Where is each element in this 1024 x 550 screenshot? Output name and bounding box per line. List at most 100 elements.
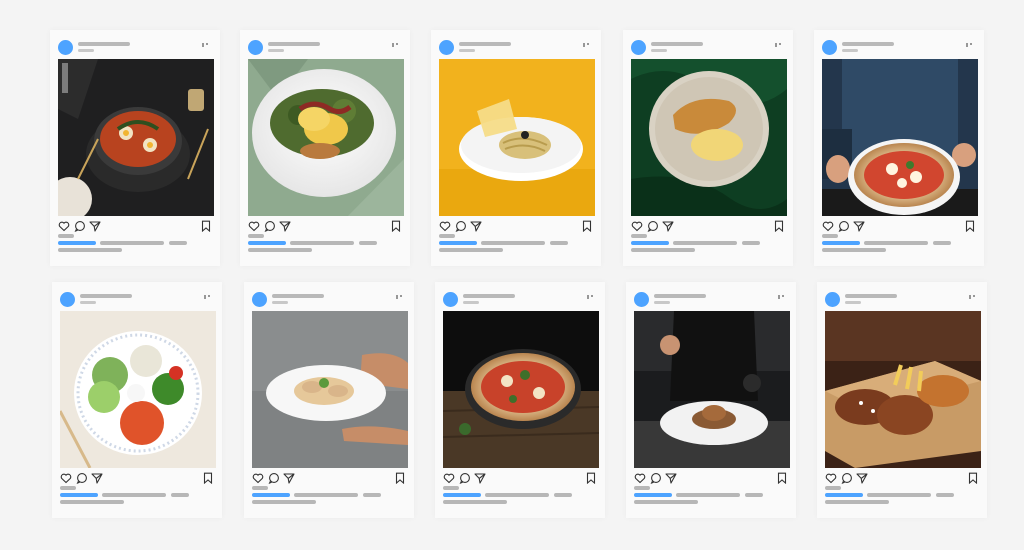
bookmark-button[interactable] bbox=[394, 472, 406, 484]
comment-button[interactable] bbox=[74, 220, 86, 232]
post-card[interactable] bbox=[50, 30, 220, 266]
post-card[interactable] bbox=[52, 282, 222, 518]
caption-username-placeholder[interactable] bbox=[443, 493, 481, 497]
post-card[interactable] bbox=[240, 30, 410, 266]
username-placeholder[interactable] bbox=[272, 294, 324, 298]
share-button[interactable] bbox=[662, 220, 674, 232]
post-photo-chef-plated-dish[interactable] bbox=[634, 311, 790, 468]
share-button[interactable] bbox=[283, 472, 295, 484]
heart-button[interactable] bbox=[439, 220, 451, 232]
more-options-icon[interactable] bbox=[969, 295, 979, 299]
more-options-icon[interactable] bbox=[396, 295, 406, 299]
share-button[interactable] bbox=[665, 472, 677, 484]
post-photo-schnitzel-with-scrambled-eggs[interactable] bbox=[631, 59, 787, 216]
heart-button[interactable] bbox=[248, 220, 260, 232]
heart-button[interactable] bbox=[252, 472, 264, 484]
heart-button[interactable] bbox=[58, 220, 70, 232]
avatar[interactable] bbox=[631, 40, 646, 55]
post-card[interactable] bbox=[244, 282, 414, 518]
comment-button[interactable] bbox=[838, 220, 850, 232]
share-button[interactable] bbox=[474, 472, 486, 484]
bookmark-button[interactable] bbox=[585, 472, 597, 484]
more-options-icon[interactable] bbox=[583, 43, 593, 47]
more-options-icon[interactable] bbox=[587, 295, 597, 299]
caption-username-placeholder[interactable] bbox=[631, 241, 669, 245]
comment-button[interactable] bbox=[650, 472, 662, 484]
bookmark-button[interactable] bbox=[776, 472, 788, 484]
post-photo-pizza-on-wooden-table[interactable] bbox=[443, 311, 599, 468]
caption-username-placeholder[interactable] bbox=[248, 241, 286, 245]
post-photo-fried-chicken-fries-box[interactable] bbox=[825, 311, 981, 468]
post-photo-shakshuka-skillet[interactable] bbox=[58, 59, 214, 216]
post-card[interactable] bbox=[626, 282, 796, 518]
more-options-icon[interactable] bbox=[778, 295, 788, 299]
avatar[interactable] bbox=[252, 292, 267, 307]
bookmark-button[interactable] bbox=[390, 220, 402, 232]
more-options-icon[interactable] bbox=[775, 43, 785, 47]
avatar[interactable] bbox=[822, 40, 837, 55]
avatar[interactable] bbox=[634, 292, 649, 307]
heart-button[interactable] bbox=[60, 472, 72, 484]
more-options-icon[interactable] bbox=[966, 43, 976, 47]
share-button[interactable] bbox=[91, 472, 103, 484]
caption-username-placeholder[interactable] bbox=[252, 493, 290, 497]
more-options-icon[interactable] bbox=[204, 295, 214, 299]
bookmark-button[interactable] bbox=[200, 220, 212, 232]
post-photo-eggs-benedict-salad[interactable] bbox=[248, 59, 404, 216]
caption-username-placeholder[interactable] bbox=[60, 493, 98, 497]
comment-button[interactable] bbox=[455, 220, 467, 232]
bookmark-button[interactable] bbox=[581, 220, 593, 232]
heart-button[interactable] bbox=[822, 220, 834, 232]
comment-button[interactable] bbox=[76, 472, 88, 484]
avatar[interactable] bbox=[60, 292, 75, 307]
post-photo-dumplings-plate-held[interactable] bbox=[252, 311, 408, 468]
caption-username-placeholder[interactable] bbox=[439, 241, 477, 245]
bookmark-button[interactable] bbox=[202, 472, 214, 484]
comment-button[interactable] bbox=[841, 472, 853, 484]
comment-button[interactable] bbox=[459, 472, 471, 484]
caption-username-placeholder[interactable] bbox=[634, 493, 672, 497]
heart-button[interactable] bbox=[631, 220, 643, 232]
share-button[interactable] bbox=[856, 472, 868, 484]
username-placeholder[interactable] bbox=[463, 294, 515, 298]
post-photo-pasta-with-parmesan-crisp[interactable] bbox=[439, 59, 595, 216]
username-placeholder[interactable] bbox=[845, 294, 897, 298]
username-placeholder[interactable] bbox=[80, 294, 132, 298]
username-placeholder[interactable] bbox=[268, 42, 320, 46]
post-photo-margherita-pizza-held[interactable] bbox=[822, 59, 978, 216]
post-card[interactable] bbox=[431, 30, 601, 266]
post-card[interactable] bbox=[435, 282, 605, 518]
avatar[interactable] bbox=[439, 40, 454, 55]
bookmark-button[interactable] bbox=[773, 220, 785, 232]
share-button[interactable] bbox=[853, 220, 865, 232]
username-placeholder[interactable] bbox=[459, 42, 511, 46]
comment-button[interactable] bbox=[647, 220, 659, 232]
username-placeholder[interactable] bbox=[842, 42, 894, 46]
username-placeholder[interactable] bbox=[651, 42, 703, 46]
bookmark-button[interactable] bbox=[967, 472, 979, 484]
heart-button[interactable] bbox=[634, 472, 646, 484]
share-button[interactable] bbox=[279, 220, 291, 232]
post-card[interactable] bbox=[623, 30, 793, 266]
username-placeholder[interactable] bbox=[78, 42, 130, 46]
comment-button[interactable] bbox=[264, 220, 276, 232]
avatar[interactable] bbox=[443, 292, 458, 307]
caption-username-placeholder[interactable] bbox=[825, 493, 863, 497]
post-card[interactable] bbox=[814, 30, 984, 266]
share-button[interactable] bbox=[89, 220, 101, 232]
more-options-icon[interactable] bbox=[392, 43, 402, 47]
post-card[interactable] bbox=[817, 282, 987, 518]
share-button[interactable] bbox=[470, 220, 482, 232]
post-photo-poke-bowl[interactable] bbox=[60, 311, 216, 468]
avatar[interactable] bbox=[825, 292, 840, 307]
heart-button[interactable] bbox=[443, 472, 455, 484]
more-options-icon[interactable] bbox=[202, 43, 212, 47]
comment-button[interactable] bbox=[268, 472, 280, 484]
username-placeholder[interactable] bbox=[654, 294, 706, 298]
avatar[interactable] bbox=[248, 40, 263, 55]
heart-button[interactable] bbox=[825, 472, 837, 484]
avatar[interactable] bbox=[58, 40, 73, 55]
caption-username-placeholder[interactable] bbox=[58, 241, 96, 245]
caption-username-placeholder[interactable] bbox=[822, 241, 860, 245]
bookmark-button[interactable] bbox=[964, 220, 976, 232]
